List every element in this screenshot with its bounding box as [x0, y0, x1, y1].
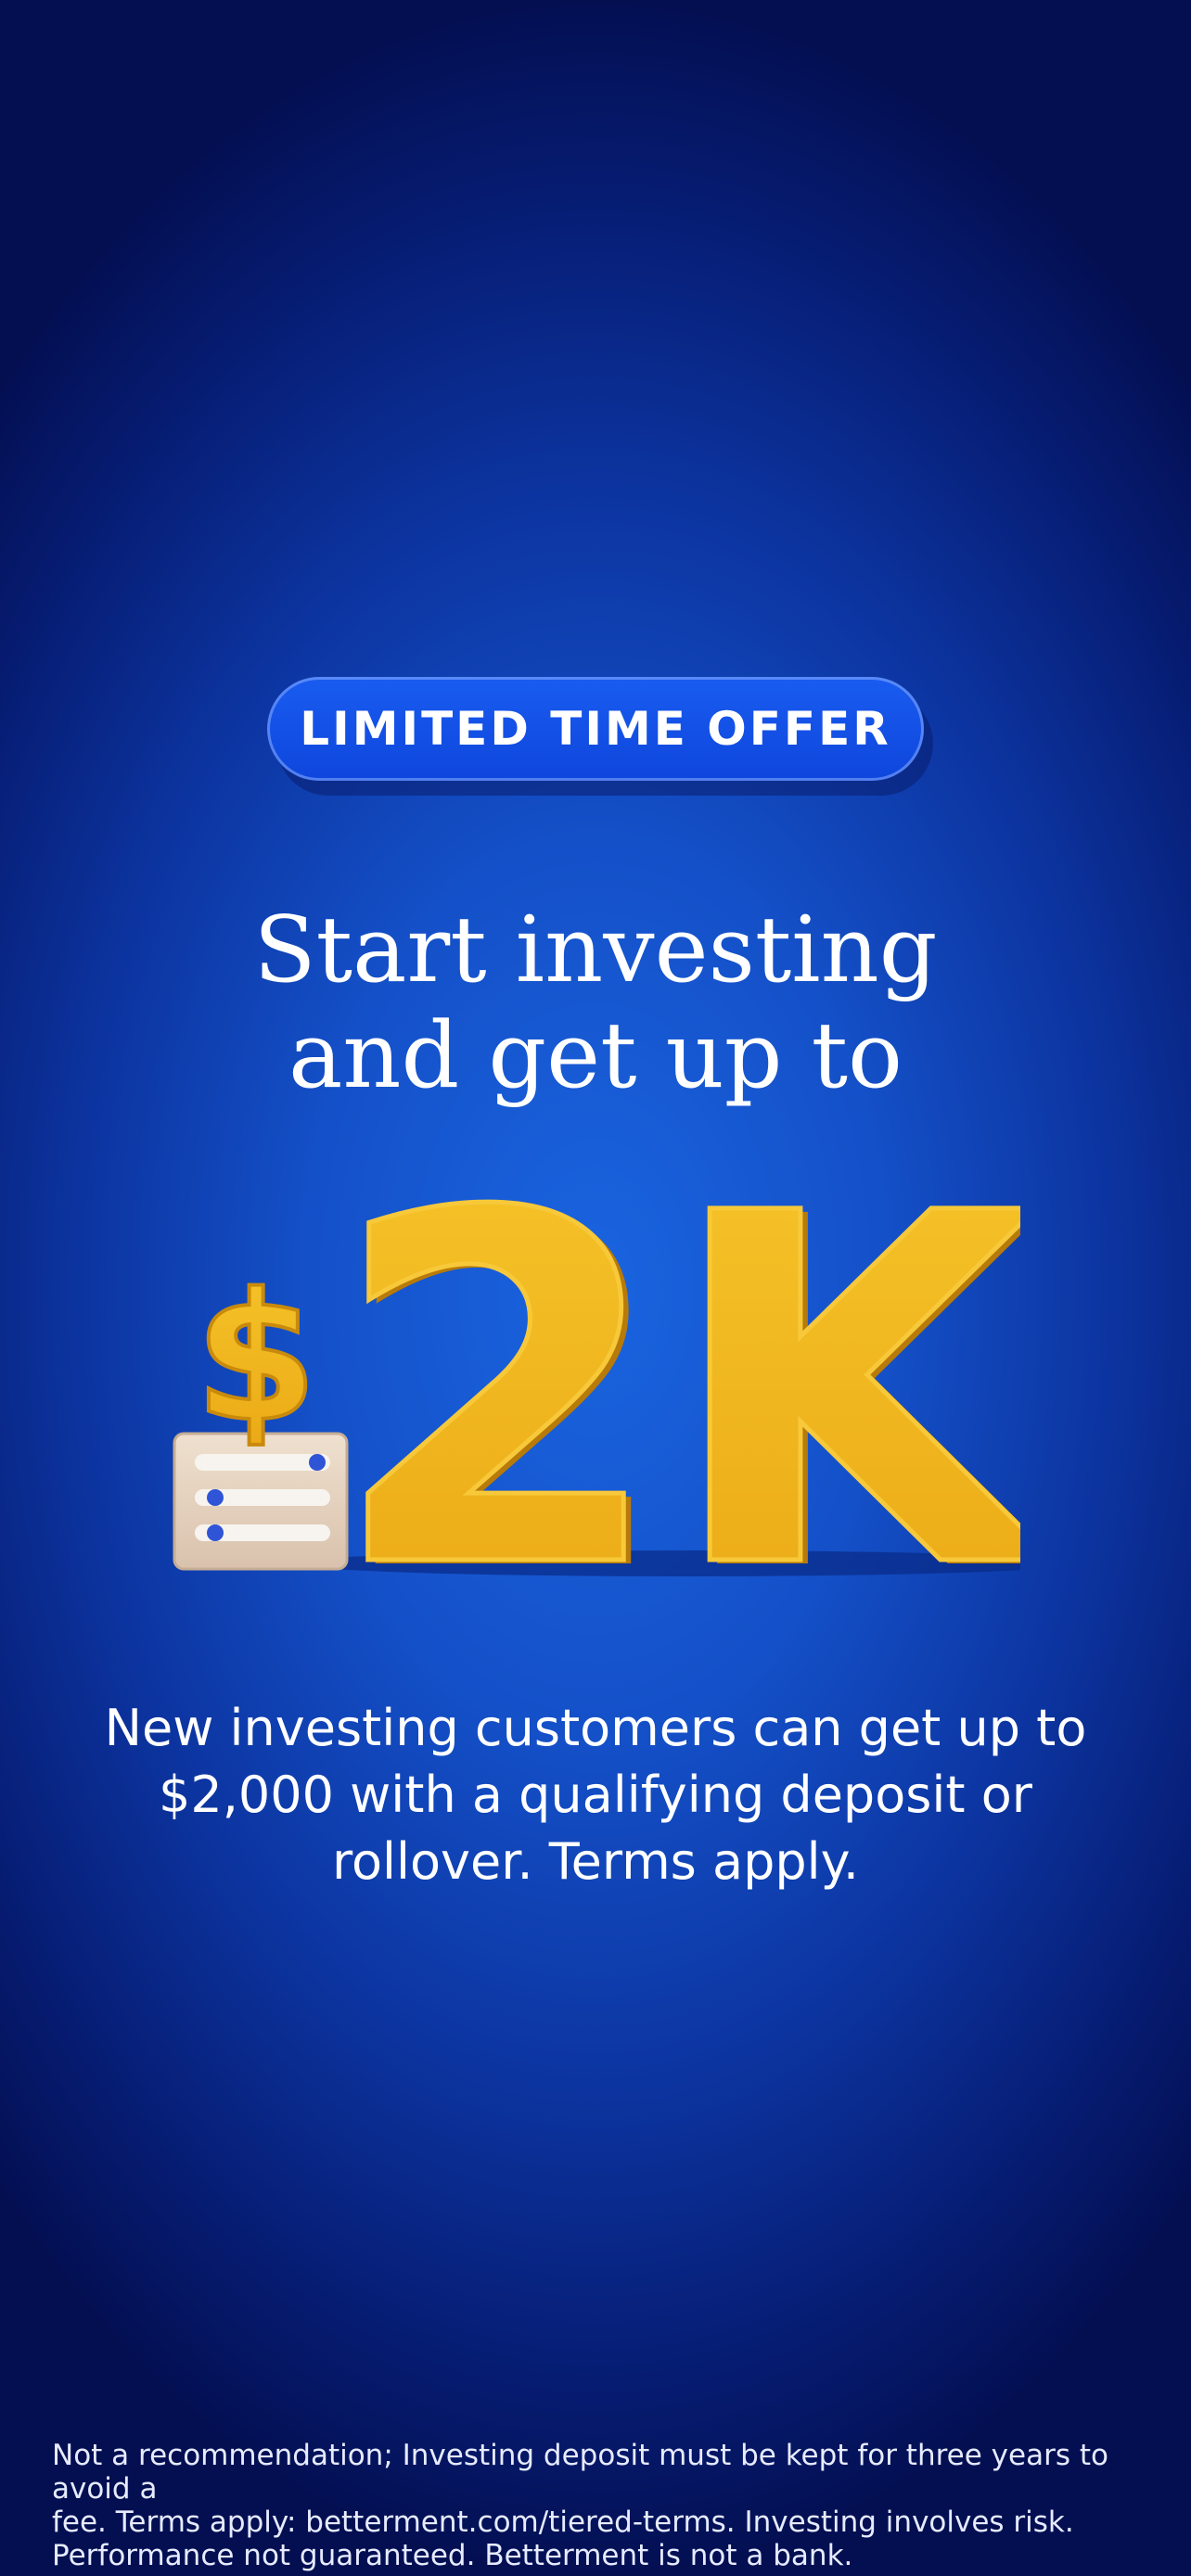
offer-description-line-2: $2,000 with a qualifying deposit or	[159, 1766, 1032, 1824]
headline-line-1: Start investing	[253, 898, 938, 1003]
offer-description-line-3: rollover. Terms apply.	[331, 1832, 860, 1891]
dollar-on-box-icon: $	[173, 1254, 349, 1571]
amount-text: 2K	[330, 1187, 1020, 1586]
badge-label: LIMITED TIME OFFER	[300, 702, 891, 756]
legal-disclaimer: Not a recommendation; Investing deposit …	[52, 2439, 1146, 2572]
headline-line-2: and get up to	[288, 1003, 903, 1109]
headline: Start investing and get up to	[0, 898, 1191, 1109]
amount-2k: 2K 2K	[327, 1187, 1020, 1586]
dollar-sign: $	[195, 1256, 317, 1460]
disclaimer-line-1: Not a recommendation; Investing deposit …	[52, 2439, 1108, 2506]
promo-screen: { "badge": { "label": "LIMITED TIME OFFE…	[0, 0, 1191, 2576]
disclaimer-line-2: fee. Terms apply: betterment.com/tiered-…	[52, 2506, 1074, 2539]
limited-time-offer-badge: LIMITED TIME OFFER	[267, 677, 924, 781]
offer-description: New investing customers can get up to $2…	[56, 1695, 1135, 1895]
disclaimer-line-3: Performance not guaranteed. Betterment i…	[52, 2539, 853, 2572]
hero-2k-graphic: $ 2K 2K	[173, 1187, 1020, 1586]
offer-description-line-1: New investing customers can get up to	[104, 1699, 1087, 1757]
